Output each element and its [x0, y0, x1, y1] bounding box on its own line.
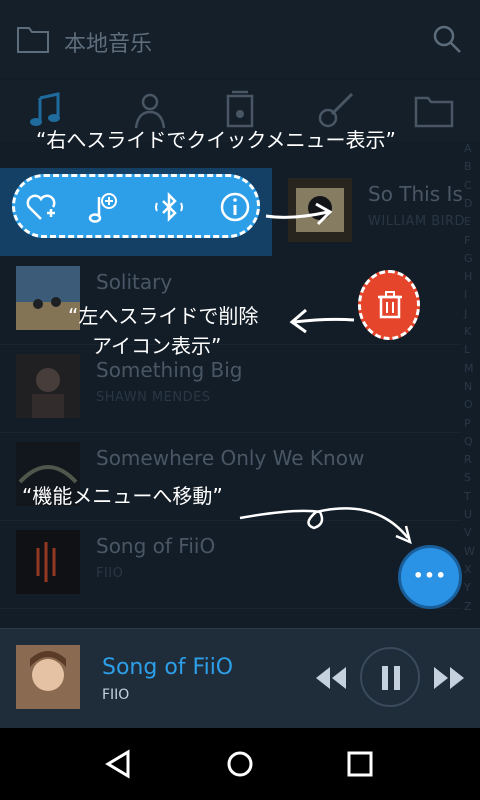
index-letter[interactable]: O [464, 398, 473, 411]
index-letter[interactable]: V [464, 526, 472, 539]
recents-icon[interactable] [342, 746, 378, 782]
index-letter[interactable]: S [464, 471, 471, 484]
index-letter[interactable]: B [464, 160, 472, 173]
index-letter[interactable]: G [464, 252, 473, 265]
play-pause-button[interactable] [360, 647, 420, 707]
heart-add-icon[interactable] [25, 191, 57, 223]
album-cover [16, 530, 80, 594]
back-icon[interactable] [102, 746, 138, 782]
song-title: Solitary [96, 270, 173, 294]
info-icon[interactable] [219, 191, 251, 223]
page-title: 本地音乐 [64, 32, 153, 57]
index-letter[interactable]: D [464, 197, 472, 210]
song-title: Something Big [96, 358, 243, 382]
next-icon[interactable] [432, 665, 466, 691]
quick-menu[interactable] [12, 174, 260, 238]
now-playing-cover [16, 645, 80, 709]
search-icon[interactable] [432, 24, 462, 54]
song-artist: SHAWN MENDES [96, 390, 211, 405]
music-app: 本地音乐 So This Is WILLIAM BIRD Solitary So… [0, 0, 480, 728]
index-letter[interactable]: M [464, 362, 474, 375]
right-arrow-icon [265, 202, 333, 226]
curved-arrow-icon [239, 507, 412, 545]
index-letter[interactable]: N [464, 380, 472, 393]
system-nav-bar [0, 728, 480, 800]
caption-left-slide: “左へスライドで削除 [68, 304, 259, 328]
song-artist: WILLIAM BIRD [368, 214, 466, 229]
index-letter[interactable]: F [464, 234, 470, 247]
song-title: Somewhere Only We Know [96, 446, 365, 470]
index-letter[interactable]: X [464, 563, 472, 576]
bluetooth-icon[interactable] [153, 191, 185, 223]
caption-function-menu: “機能メニューへ移動” [22, 484, 223, 508]
song-title: So This Is [368, 182, 463, 206]
index-letter[interactable]: Q [464, 435, 473, 448]
list-item[interactable]: Something Big SHAWN MENDES [0, 344, 462, 433]
playlist-add-icon[interactable] [87, 191, 119, 223]
left-arrow-icon [289, 308, 355, 334]
index-letter[interactable]: J [464, 307, 467, 320]
home-icon[interactable] [222, 746, 258, 782]
song-artist: FIIO [96, 566, 124, 581]
folder-tab-icon[interactable] [412, 90, 456, 130]
now-playing-title: Song of FiiO [102, 655, 234, 680]
index-letter[interactable]: L [464, 343, 470, 356]
index-letter[interactable]: E [464, 215, 471, 228]
index-letter[interactable]: K [464, 325, 471, 338]
index-letter[interactable]: Z [464, 600, 472, 613]
index-letter[interactable]: U [464, 508, 472, 521]
now-playing-bar[interactable]: Song of FiiO FIIO [0, 628, 480, 728]
index-letter[interactable]: I [464, 288, 467, 301]
index-letter[interactable]: Y [464, 581, 471, 594]
previous-icon[interactable] [314, 665, 348, 691]
caption-left-slide-2: アイコン表示” [92, 334, 222, 358]
now-playing-artist: FIIO [102, 687, 130, 703]
index-letter[interactable]: R [464, 453, 472, 466]
pause-icon [382, 666, 400, 690]
delete-button[interactable] [358, 270, 420, 340]
top-bar: 本地音乐 [0, 0, 480, 78]
index-letter[interactable]: A [464, 142, 472, 155]
folder-icon[interactable] [16, 22, 50, 54]
more-icon: ••• [413, 566, 447, 585]
song-title: Song of FiiO [96, 534, 216, 558]
alphabet-index[interactable]: ABCDEFGHIJKLMNOPQRSTUVWXYZ [460, 142, 480, 622]
index-letter[interactable]: W [464, 545, 475, 558]
index-letter[interactable]: T [464, 490, 471, 503]
index-letter[interactable]: C [464, 179, 472, 192]
album-cover [16, 354, 80, 418]
caption-right-slide: “右へスライドでクイックメニュー表示” [36, 128, 396, 152]
trash-icon [378, 291, 402, 319]
index-letter[interactable]: H [464, 270, 472, 283]
index-letter[interactable]: P [464, 417, 471, 430]
